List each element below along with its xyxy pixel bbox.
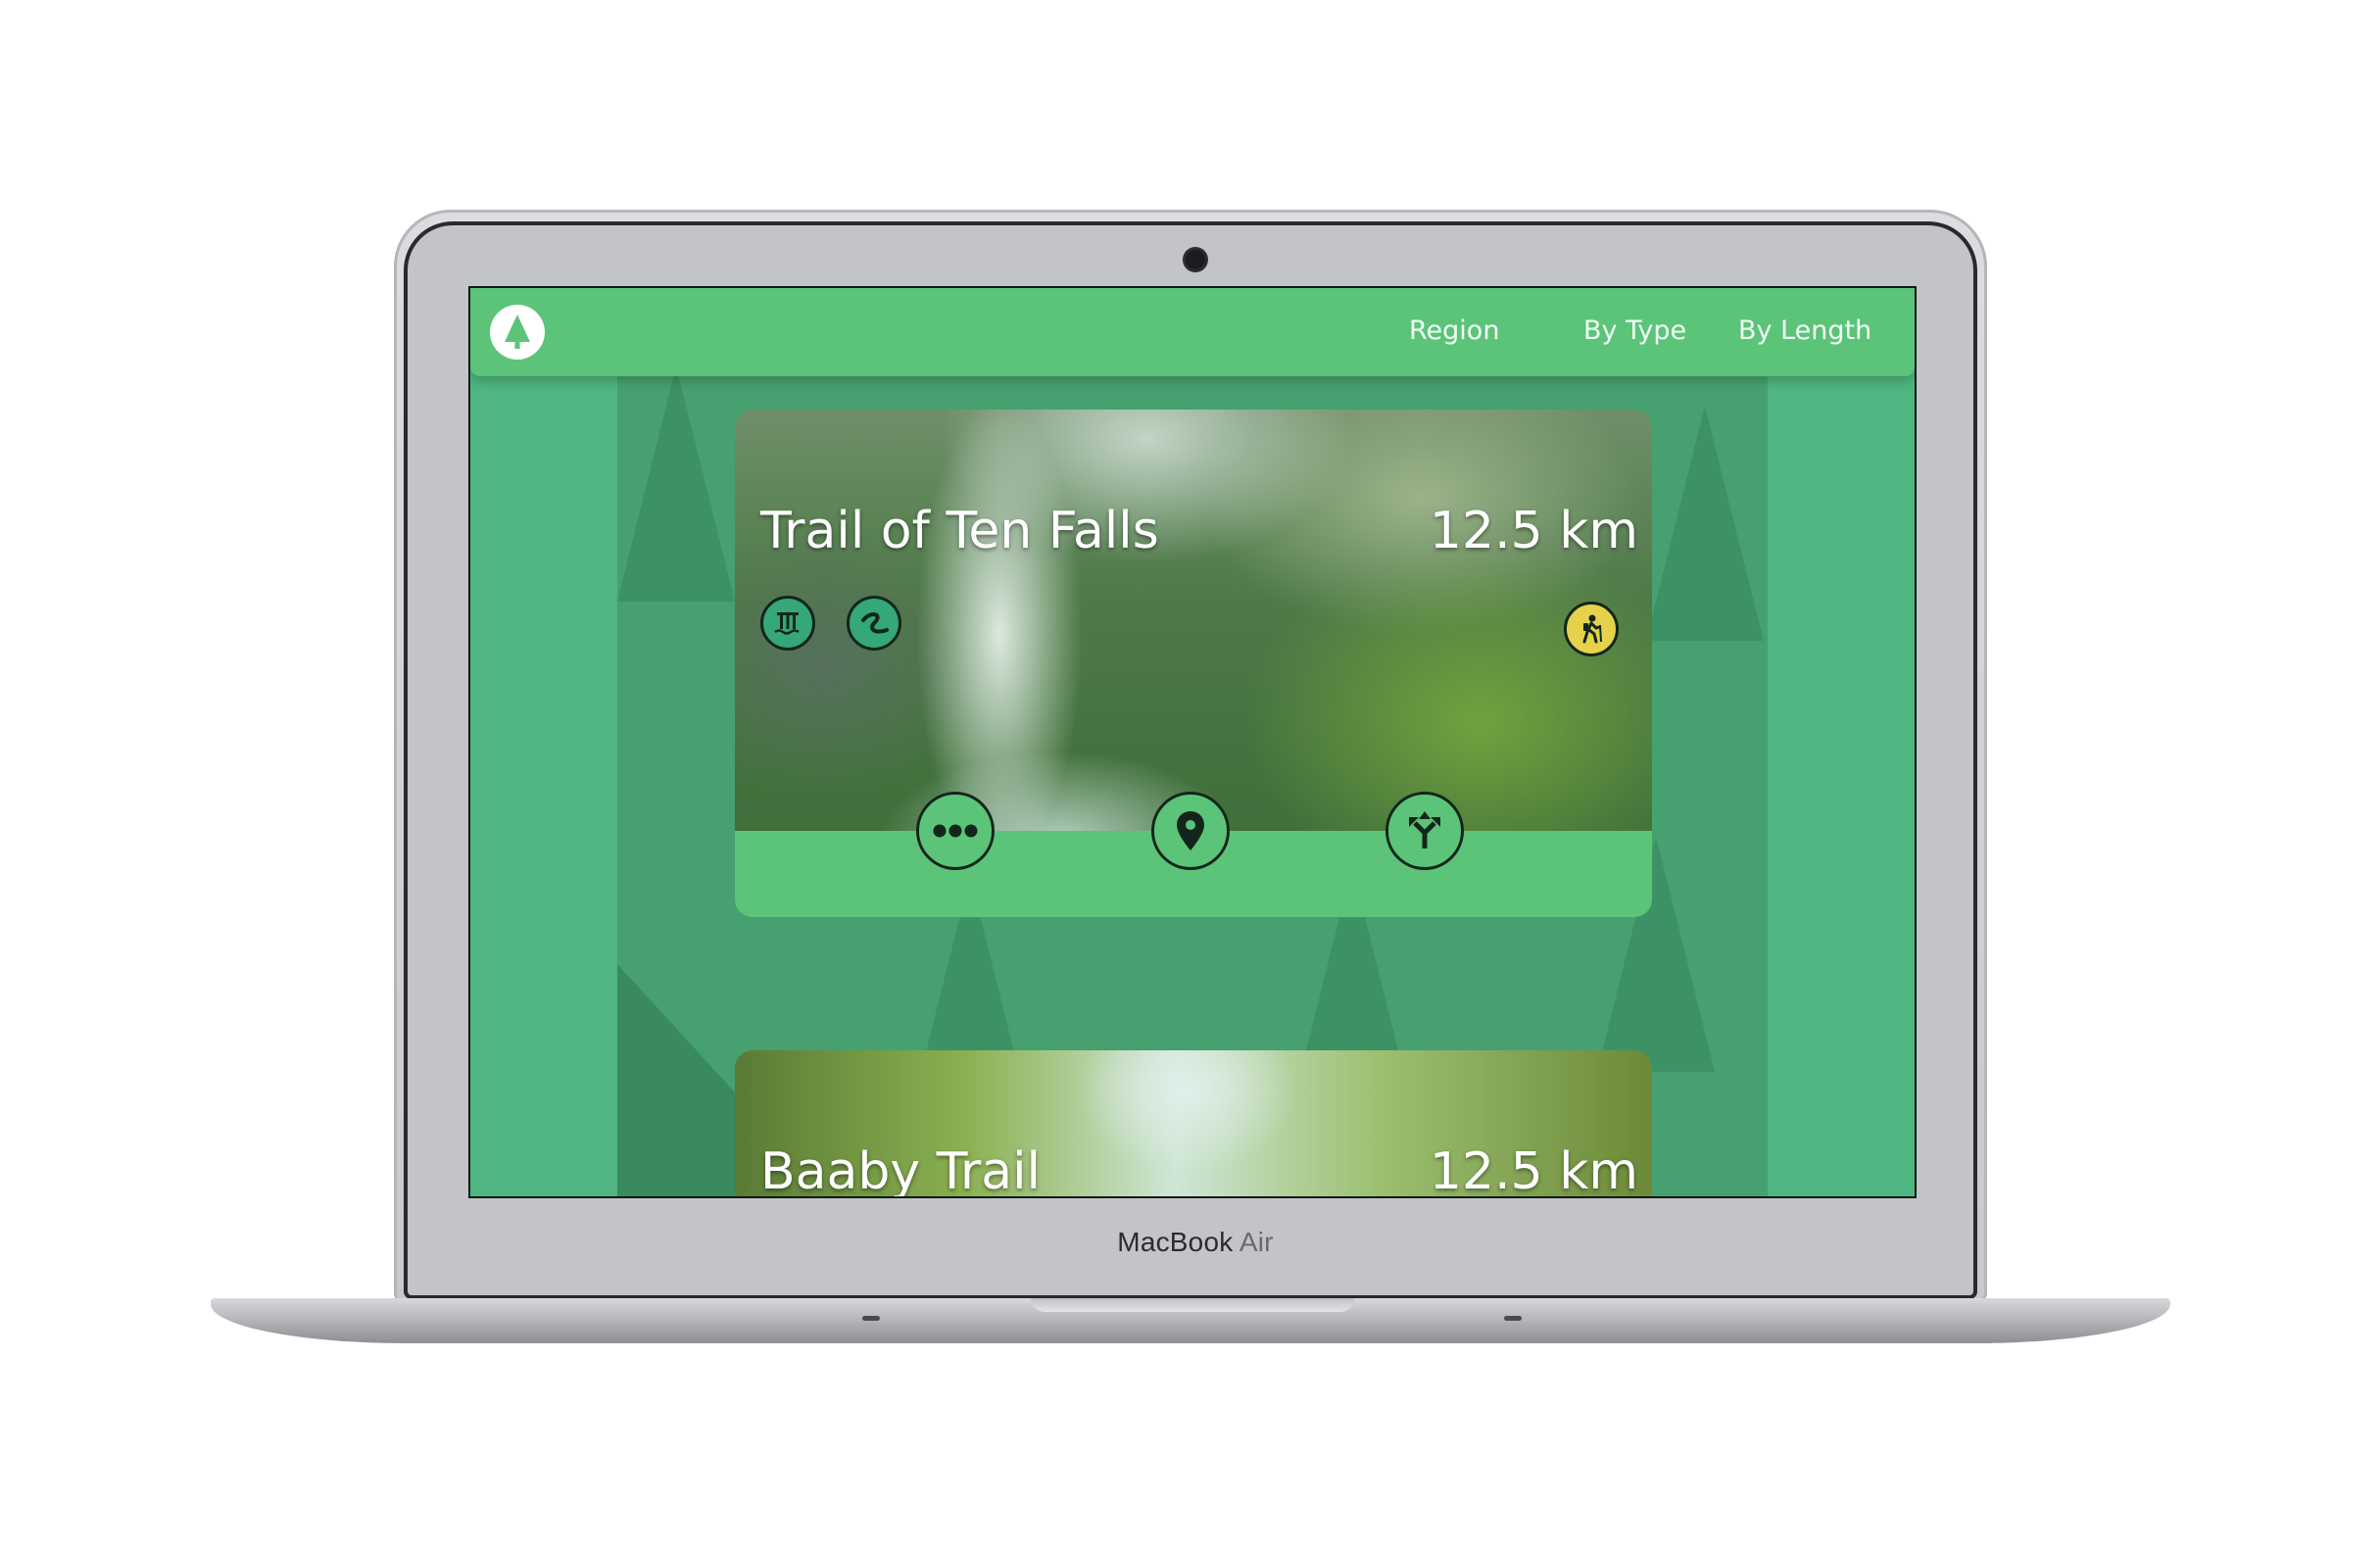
laptop-brand-label: MacBook Air [1019,1227,1372,1258]
trail-card[interactable]: Trail of Ten Falls 12.5 km [735,410,1652,917]
nav-region[interactable]: Region [1409,315,1499,346]
trail-length: 12.5 km [1429,1142,1638,1198]
top-navbar: Region By Type By Length [470,288,1915,376]
camera-icon [1186,250,1205,269]
brand-name: MacBook [1117,1227,1234,1257]
trail-card[interactable]: Baaby Trail 12.5 km [735,1050,1652,1198]
tree-silhouette [617,366,735,602]
more-icon[interactable] [916,792,995,870]
waterfall-icon [760,596,815,651]
pine-tree-icon[interactable] [490,305,545,360]
nav-by-type[interactable]: By Type [1583,315,1686,346]
directions-icon[interactable] [1385,792,1464,870]
river-icon [847,596,901,651]
laptop-foot [862,1316,880,1321]
location-pin-icon[interactable] [1151,792,1230,870]
hiking-icon [1564,602,1619,656]
laptop-foot [1504,1316,1522,1321]
brand-model: Air [1239,1227,1274,1257]
nav-by-length[interactable]: By Length [1738,315,1871,346]
tree-silhouette [1646,406,1764,641]
laptop-hinge-notch [1031,1298,1354,1312]
trail-length: 12.5 km [1429,502,1638,560]
app-screen: Region By Type By Length Trail of Ten Fa… [468,286,1917,1198]
trail-name: Baaby Trail [760,1142,1041,1198]
trail-name: Trail of Ten Falls [760,502,1159,560]
